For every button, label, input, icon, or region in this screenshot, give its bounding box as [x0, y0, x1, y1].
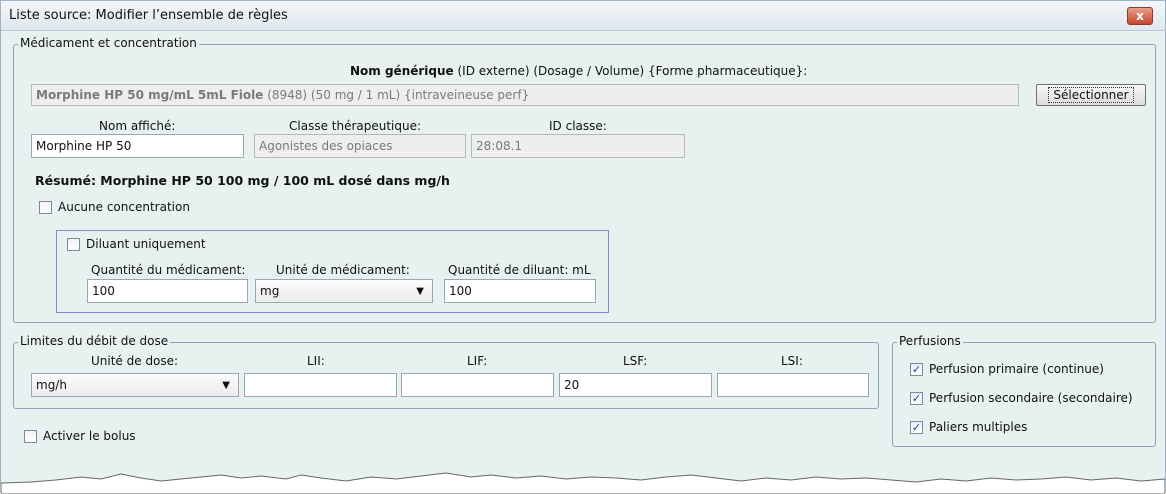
generic-name-bold: Morphine HP 50 mg/mL 5mL Fiole	[36, 88, 264, 102]
chevron-down-icon: ▼	[222, 380, 230, 391]
dose-unit-label: Unité de dose:	[91, 354, 179, 368]
lii-input[interactable]	[244, 373, 397, 397]
title-bar[interactable]: Liste source: Modifier l’ensemble de règ…	[1, 1, 1165, 31]
lsi-label: LSI:	[781, 354, 803, 368]
display-name-input[interactable]: Morphine HP 50	[31, 134, 244, 158]
multistep-checkbox[interactable]: ✓	[910, 421, 923, 434]
generic-name-header: Nom générique (ID externe) (Dosage / Vol…	[350, 64, 807, 78]
class-id-label: ID classe:	[549, 119, 607, 133]
multistep-label: Paliers multiples	[929, 420, 1028, 434]
drug-amount-label: Quantité du médicament:	[91, 263, 246, 277]
lsf-input[interactable]: 20	[559, 373, 712, 397]
drug-unit-value: mg	[260, 284, 280, 298]
class-id-field: 28:08.1	[471, 134, 685, 158]
lif-input[interactable]	[401, 373, 554, 397]
dose-unit-select[interactable]: mg/h ▼	[31, 373, 239, 397]
therapeutic-class-field: Agonistes des opiaces	[254, 134, 466, 158]
chevron-down-icon: ▼	[416, 286, 424, 297]
generic-name-header-bold: Nom générique	[350, 64, 454, 78]
display-name-label: Nom affiché:	[99, 119, 176, 133]
checkmark-icon: ✓	[911, 392, 922, 405]
diluent-amount-label: Quantité de diluant: mL	[448, 263, 591, 277]
close-icon[interactable]: x	[1127, 7, 1153, 25]
select-button-label: Sélectionner	[1048, 87, 1134, 103]
generic-name-rest: (8948) (50 mg / 1 mL) {intraveineuse per…	[263, 88, 530, 102]
lii-label: LII:	[307, 354, 325, 368]
diluent-only-label: Diluant uniquement	[86, 237, 206, 251]
primary-perfusion-checkbox[interactable]: ✓	[910, 363, 923, 376]
torn-edge-decoration	[1, 472, 1165, 494]
drug-amount-input[interactable]: 100	[87, 279, 248, 303]
checkmark-icon: ✓	[911, 363, 922, 376]
checkmark-icon: ✓	[911, 421, 922, 434]
enable-bolus-checkbox[interactable]	[24, 430, 37, 443]
window-title: Liste source: Modifier l’ensemble de règ…	[9, 8, 288, 23]
lsi-input[interactable]	[717, 373, 869, 397]
dose-limits-legend: Limites du débit de dose	[18, 334, 171, 348]
enable-bolus-label: Activer le bolus	[43, 429, 136, 443]
dose-unit-value: mg/h	[36, 378, 67, 392]
summary-text: Résumé: Morphine HP 50 100 mg / 100 mL d…	[35, 173, 450, 188]
no-concentration-checkbox[interactable]	[39, 201, 52, 214]
perfusions-legend: Perfusions	[897, 334, 963, 348]
dialog-window: Liste source: Modifier l’ensemble de règ…	[0, 0, 1166, 494]
diluent-only-checkbox[interactable]	[67, 238, 80, 251]
generic-name-field: Morphine HP 50 mg/mL 5mL Fiole (8948) (5…	[31, 84, 1019, 106]
secondary-perfusion-checkbox[interactable]: ✓	[910, 392, 923, 405]
drug-unit-select[interactable]: mg ▼	[255, 279, 433, 303]
lif-label: LIF:	[467, 354, 488, 368]
therapeutic-class-label: Classe thérapeutique:	[289, 119, 422, 133]
secondary-perfusion-label: Perfusion secondaire (secondaire)	[929, 391, 1133, 405]
primary-perfusion-label: Perfusion primaire (continue)	[929, 362, 1104, 376]
medication-group-legend: Médicament et concentration	[18, 36, 199, 50]
generic-name-header-rest: (ID externe) (Dosage / Volume) {Forme ph…	[453, 64, 808, 78]
diluent-amount-input[interactable]: 100	[444, 279, 596, 303]
select-button[interactable]: Sélectionner	[1036, 84, 1146, 106]
no-concentration-label: Aucune concentration	[58, 200, 190, 214]
drug-unit-label: Unité de médicament:	[276, 263, 410, 277]
lsf-label: LSF:	[623, 354, 648, 368]
